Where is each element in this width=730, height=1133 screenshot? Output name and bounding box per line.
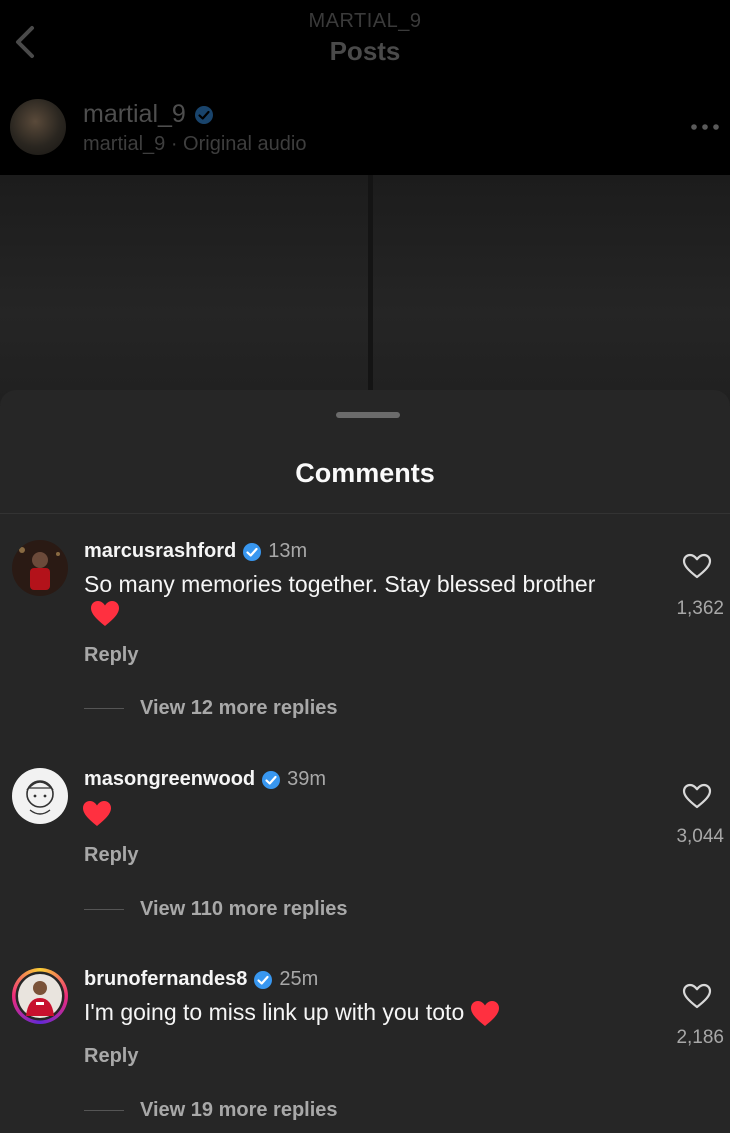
comments-sheet: Comments marcusrashford 13m So many memo… [0, 390, 730, 1133]
post-media [0, 175, 730, 405]
comment-text [82, 798, 602, 828]
verified-badge-icon [254, 970, 273, 989]
avatar[interactable] [12, 768, 68, 824]
verified-badge-icon [194, 105, 213, 124]
comment-text: So many memories together. Stay blessed … [84, 570, 604, 628]
page-title: Posts [329, 36, 401, 66]
comment-username[interactable]: masongreenwood [84, 768, 255, 791]
comment-header: marcusrashford 13m [84, 540, 307, 563]
red-heart-emoji [471, 1000, 500, 1026]
comment-time: 39m [287, 768, 327, 790]
comment-body: So many memories together. Stay blessed … [84, 571, 596, 597]
comment-username[interactable]: brunofernandes8 [84, 968, 247, 991]
like-count: 2,186 [676, 1027, 724, 1048]
avatar-image [15, 971, 65, 1021]
divider [0, 513, 730, 514]
view-replies-label: View 12 more replies [140, 697, 338, 719]
view-replies-button[interactable]: View 110 more replies [84, 898, 348, 921]
comments-title: Comments [295, 458, 435, 488]
reply-button[interactable]: Reply [84, 644, 138, 667]
red-heart-emoji [83, 800, 111, 826]
divider [84, 708, 124, 709]
view-replies-button[interactable]: View 19 more replies [84, 1099, 338, 1122]
comment-header: brunofernandes8 25m [84, 968, 318, 991]
comment-text: I'm going to miss link up with you toto [84, 998, 664, 1028]
header-subtitle: MARTIAL_9 [308, 10, 422, 32]
avatar-image [12, 768, 68, 824]
avatar-story-ring[interactable] [12, 968, 68, 1024]
sheet-drag-handle[interactable] [336, 412, 400, 418]
avatar[interactable] [12, 540, 68, 596]
top-bar: MARTIAL_9 Posts martial_9 martial_9 · Or… [0, 0, 730, 175]
avatar-image [12, 540, 68, 596]
comment-username[interactable]: marcusrashford [84, 540, 236, 563]
view-replies-label: View 110 more replies [140, 898, 348, 920]
view-replies-label: View 19 more replies [140, 1099, 338, 1121]
verified-badge-icon [243, 542, 262, 561]
heart-outline-icon[interactable] [682, 782, 712, 810]
divider [84, 909, 124, 910]
like-count: 1,362 [676, 598, 724, 619]
reply-button[interactable]: Reply [84, 1045, 138, 1068]
post-username: martial_9 [83, 100, 186, 128]
post-audio-line[interactable]: martial_9 · Original audio [83, 133, 306, 156]
post-author-avatar[interactable] [10, 99, 66, 155]
reply-button[interactable]: Reply [84, 844, 138, 867]
verified-badge-icon [262, 770, 281, 789]
view-replies-button[interactable]: View 12 more replies [84, 697, 338, 720]
like-count: 3,044 [676, 826, 724, 847]
divider [84, 1110, 124, 1111]
comment-time: 25m [279, 968, 319, 990]
media-divider [368, 175, 373, 405]
heart-outline-icon[interactable] [682, 552, 712, 580]
comment-time: 13m [268, 540, 308, 562]
comment-body: I'm going to miss link up with you toto [84, 999, 465, 1025]
red-heart-emoji [91, 600, 119, 626]
comment-header: masongreenwood 39m [84, 768, 326, 791]
more-options-icon[interactable] [690, 120, 720, 134]
post-author[interactable]: martial_9 [83, 100, 214, 129]
heart-outline-icon[interactable] [682, 982, 712, 1010]
